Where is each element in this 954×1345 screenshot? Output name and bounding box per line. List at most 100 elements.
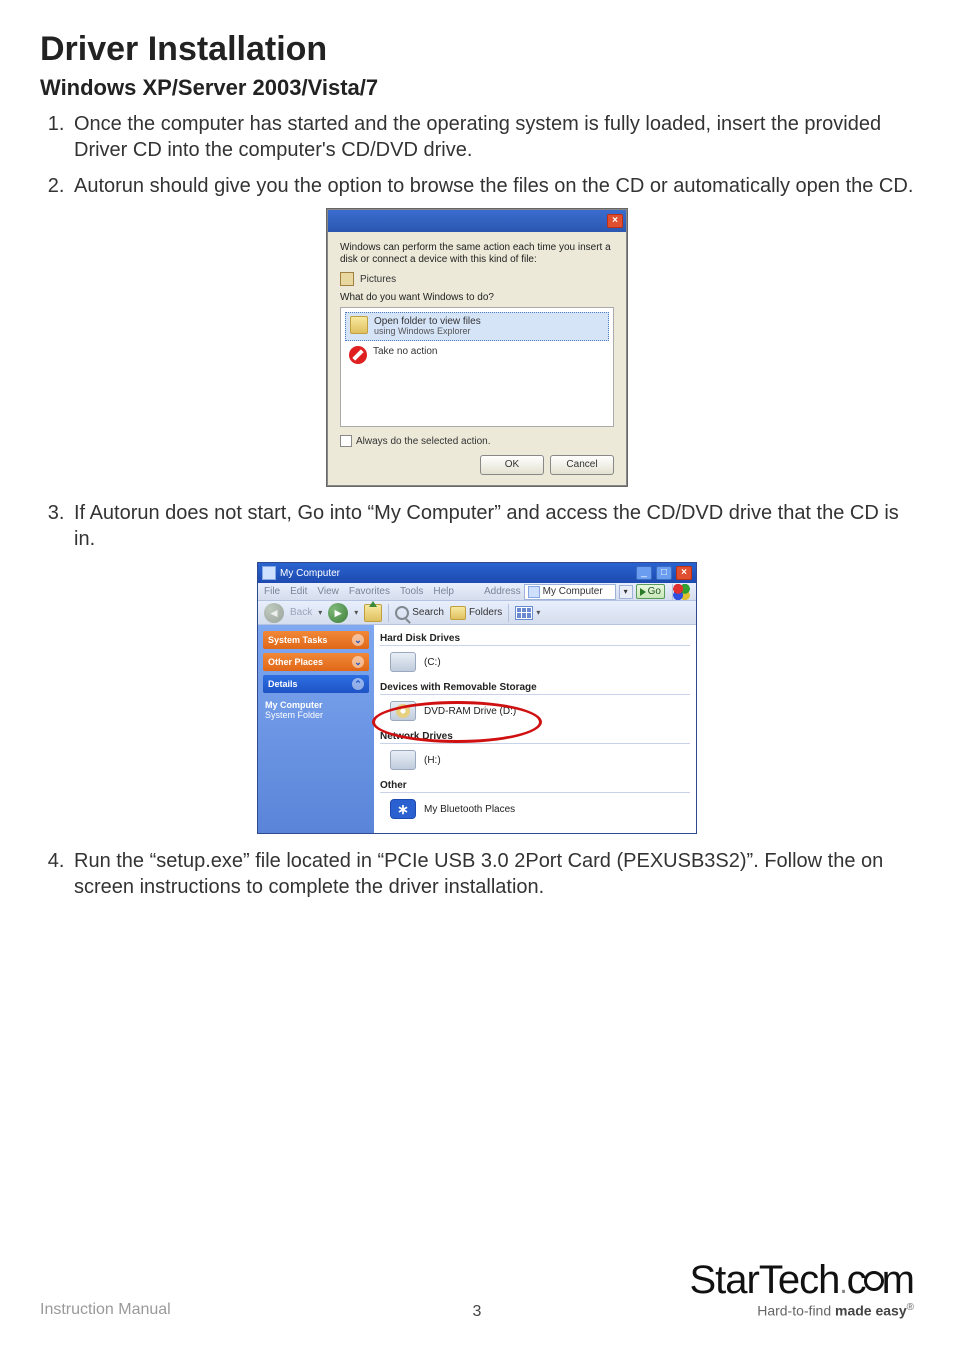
ok-button[interactable]: OK: [480, 455, 544, 475]
menu-view[interactable]: View: [317, 586, 339, 597]
panel-details[interactable]: Details ⌃: [263, 675, 369, 693]
panel-label: Other Places: [268, 657, 323, 667]
go-label: Go: [648, 586, 661, 597]
group-network-drives: Network Drives: [380, 729, 690, 744]
pictures-icon: [340, 272, 354, 286]
chevron-down-icon: ⌄: [352, 656, 364, 668]
logo-part-tech: Tech: [759, 1258, 840, 1302]
logo-part-c: c: [847, 1258, 866, 1302]
folder-icon: [350, 316, 368, 334]
address-value: My Computer: [543, 586, 603, 597]
back-dropdown-icon[interactable]: ▾: [318, 608, 322, 617]
maximize-icon[interactable]: □: [656, 566, 672, 580]
hard-drive-icon: [390, 652, 416, 672]
search-label: Search: [412, 607, 444, 618]
autorun-message: Windows can perform the same action each…: [340, 242, 614, 266]
details-title: My Computer: [265, 700, 367, 710]
group-removable-storage: Devices with Removable Storage: [380, 680, 690, 695]
menu-file[interactable]: File: [264, 586, 280, 597]
address-input[interactable]: My Computer: [524, 584, 616, 600]
views-button[interactable]: ▾: [515, 606, 540, 620]
drive-c[interactable]: (C:): [380, 646, 690, 678]
option-open-folder-sub: using Windows Explorer: [374, 327, 481, 337]
drive-label: My Bluetooth Places: [424, 804, 515, 815]
autorun-titlebar: ×: [328, 210, 626, 232]
explorer-titlebar: My Computer _ □ ×: [258, 563, 696, 583]
menu-edit[interactable]: Edit: [290, 586, 307, 597]
minimize-icon[interactable]: _: [636, 566, 652, 580]
panel-details-body: My Computer System Folder: [263, 697, 369, 726]
option-no-action-label: Take no action: [373, 346, 438, 357]
step-2: Autorun should give you the option to br…: [70, 173, 914, 199]
views-dropdown-icon[interactable]: ▾: [536, 608, 540, 617]
always-checkbox[interactable]: [340, 435, 352, 447]
forward-button[interactable]: ►: [328, 603, 348, 623]
explorer-toolbar: ◄ Back ▾ ► ▾ Search Folders ▾: [258, 601, 696, 625]
step-1: Once the computer has started and the op…: [70, 111, 914, 163]
menu-help[interactable]: Help: [433, 586, 454, 597]
autorun-dialog: × Windows can perform the same action ea…: [327, 209, 627, 486]
step-3: If Autorun does not start, Go into “My C…: [70, 500, 914, 552]
folders-label: Folders: [469, 607, 502, 618]
menu-favorites[interactable]: Favorites: [349, 586, 390, 597]
page-number: 3: [473, 1303, 482, 1320]
panel-label: Details: [268, 679, 298, 689]
page-subtitle: Windows XP/Server 2003/Vista/7: [40, 75, 914, 101]
toolbar-separator: [388, 604, 389, 622]
address-dropdown-icon[interactable]: ▾: [619, 585, 633, 599]
my-computer-icon: [262, 566, 276, 580]
chevron-down-icon: ⌄: [352, 634, 364, 646]
page-footer: Instruction Manual 3 StarTech.cm Hard-to…: [40, 1260, 914, 1319]
details-subtitle: System Folder: [265, 710, 367, 720]
autorun-content-type: Pictures: [360, 274, 396, 285]
group-other: Other: [380, 778, 690, 793]
search-button[interactable]: Search: [395, 606, 444, 620]
option-take-no-action[interactable]: Take no action: [345, 343, 609, 367]
drive-bluetooth[interactable]: ∗ My Bluetooth Places: [380, 793, 690, 825]
search-icon: [395, 606, 409, 620]
autorun-options[interactable]: Open folder to view files using Windows …: [340, 307, 614, 427]
folders-button[interactable]: Folders: [450, 606, 502, 620]
option-open-folder[interactable]: Open folder to view files using Windows …: [345, 312, 609, 341]
go-arrow-icon: [640, 588, 646, 596]
logo-o-icon: [864, 1271, 884, 1291]
address-label: Address: [484, 586, 521, 597]
up-folder-button[interactable]: [364, 604, 382, 622]
instruction-list-cont: If Autorun does not start, Go into “My C…: [40, 500, 914, 552]
back-button[interactable]: ◄: [264, 603, 284, 623]
dvd-drive-icon: [390, 701, 416, 721]
my-computer-icon: [528, 586, 540, 598]
figure-autorun: × Windows can perform the same action ea…: [40, 209, 914, 486]
panel-other-places[interactable]: Other Places ⌄: [263, 653, 369, 671]
explorer-content: Hard Disk Drives (C:) Devices with Remov…: [374, 625, 696, 833]
drive-label: (C:): [424, 657, 441, 668]
step-4: Run the “setup.exe” file located in “PCI…: [70, 848, 914, 900]
explorer-sidebar: System Tasks ⌄ Other Places ⌄ Details ⌃ …: [258, 625, 374, 833]
drive-label: (H:): [424, 755, 441, 766]
drive-dvd[interactable]: DVD-RAM Drive (D:): [380, 695, 690, 727]
forward-dropdown-icon[interactable]: ▾: [354, 608, 358, 617]
no-action-icon: [349, 346, 367, 364]
instruction-list: Once the computer has started and the op…: [40, 111, 914, 199]
chevron-up-icon: ⌃: [352, 678, 364, 690]
menu-tools[interactable]: Tools: [400, 586, 423, 597]
logo-part-m: m: [882, 1258, 914, 1302]
drive-h[interactable]: (H:): [380, 744, 690, 776]
close-icon[interactable]: ×: [607, 214, 623, 228]
bluetooth-icon: ∗: [390, 799, 416, 819]
page-title: Driver Installation: [40, 30, 914, 69]
logo-part-star: Star: [689, 1258, 758, 1302]
go-button[interactable]: Go: [636, 584, 665, 599]
group-hard-disk-drives: Hard Disk Drives: [380, 631, 690, 646]
panel-system-tasks[interactable]: System Tasks ⌄: [263, 631, 369, 649]
back-label: Back: [290, 607, 312, 618]
always-label: Always do the selected action.: [356, 436, 491, 447]
drive-label: DVD-RAM Drive (D:): [424, 706, 516, 717]
windows-logo-icon: [672, 584, 690, 600]
figure-explorer: My Computer _ □ × File Edit View Favorit…: [40, 562, 914, 834]
views-icon: [515, 606, 533, 620]
cancel-button[interactable]: Cancel: [550, 455, 614, 475]
toolbar-separator: [508, 604, 509, 622]
autorun-prompt: What do you want Windows to do?: [340, 292, 614, 303]
close-icon[interactable]: ×: [676, 566, 692, 580]
